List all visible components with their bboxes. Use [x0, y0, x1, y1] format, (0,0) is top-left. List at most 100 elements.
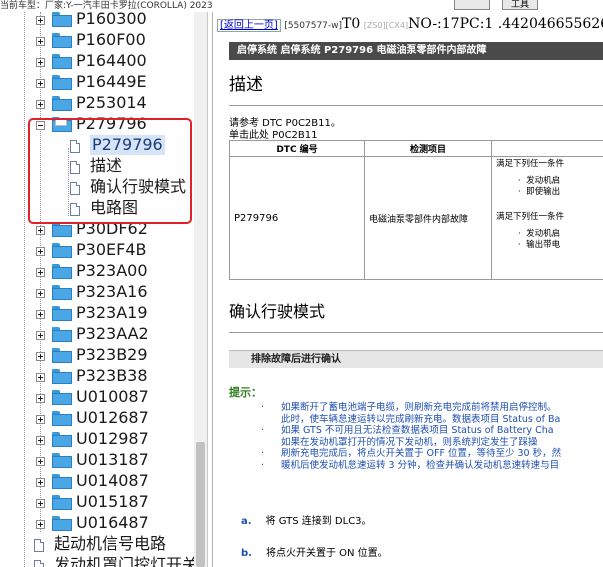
- expand-icon[interactable]: [36, 373, 45, 382]
- divider: [229, 332, 603, 333]
- expand-icon[interactable]: [36, 499, 45, 508]
- condition-title: 满足下列任一条件: [496, 159, 565, 169]
- tree-folder-p253014[interactable]: P253014: [0, 93, 207, 114]
- condition-item: · 即使输出: [518, 187, 561, 197]
- tree-item-label: P323B38: [76, 366, 148, 385]
- expand-icon[interactable]: [36, 478, 45, 487]
- condition-block: 满足下列任一条件 · 发动机启 · 即使输出 满足下列任一条件 · 发动机启 ·…: [496, 159, 599, 251]
- tree-item-label: P253014: [76, 93, 147, 112]
- folder-icon: [52, 453, 72, 468]
- tree-folder-p30ef4b[interactable]: P30EF4B: [0, 240, 207, 261]
- expand-icon[interactable]: [36, 79, 45, 88]
- folder-icon: [52, 285, 72, 300]
- tree-folder-p164400[interactable]: P164400: [0, 51, 207, 72]
- expand-icon[interactable]: [36, 58, 45, 67]
- document-id: [5507577-w]: [284, 21, 343, 31]
- reference-link[interactable]: 单击此处 P0C2B11: [229, 126, 318, 141]
- back-link[interactable]: [返回上一页]: [217, 19, 281, 32]
- hint-item: · 如果 GTS 不可用且无法检查数据表项目 Status of Battery …: [261, 425, 554, 436]
- tree-folder-u012987[interactable]: U012987: [0, 429, 207, 450]
- zs-code: [ZS0][CX4]: [363, 21, 409, 30]
- tree-folder-u016487[interactable]: U016487: [0, 513, 207, 534]
- folder-icon: [52, 96, 72, 111]
- hint-title: 提示：: [229, 386, 262, 399]
- tree-folder-u012687[interactable]: U012687: [0, 408, 207, 429]
- tree-folder-u013187[interactable]: U013187: [0, 450, 207, 471]
- expand-icon[interactable]: [36, 268, 45, 277]
- expand-icon[interactable]: [36, 331, 45, 340]
- document-icon: [34, 539, 44, 552]
- tree-document-item[interactable]: 起动机信号电路: [0, 534, 207, 555]
- hint-list: · 如果断开了蓄电池端子电缆，则刷新充电完成前将禁用启停控制。 此时，使车辆怠速运…: [261, 402, 603, 471]
- toolbar-button-tools[interactable]: 工具: [502, 0, 538, 10]
- tree-item-label: U013187: [76, 450, 149, 469]
- tree-item-label: P30EF4B: [76, 240, 147, 259]
- tree-item-label: U016487: [76, 513, 149, 532]
- scrollbar-thumb[interactable]: [196, 442, 205, 567]
- step-a: a. 将 GTS 连接到 DLC3。: [241, 516, 372, 527]
- step-b: b. 将点火开关置于 ON 位置。: [241, 548, 388, 559]
- expand-icon[interactable]: [36, 247, 45, 256]
- tree-item-label: P323AA2: [76, 324, 149, 343]
- tree-folder-p323aa2[interactable]: P323AA2: [0, 324, 207, 345]
- expand-icon[interactable]: [36, 415, 45, 424]
- current-vehicle-text: 当前车型：厂家:Y-一汽丰田卡罗拉(COROLLA) 2023: [0, 1, 213, 11]
- folder-icon: [52, 327, 72, 342]
- tree-folder-p16449e[interactable]: P16449E: [0, 72, 207, 93]
- tree-item-label: P160F00: [76, 30, 146, 49]
- top-status-bar: 当前车型：厂家:Y-一汽丰田卡罗拉(COROLLA) 2023 工具: [0, 0, 603, 12]
- tree-item-label: U010087: [76, 387, 149, 406]
- table-header-row: DTC 编号 检测项目: [228, 140, 603, 157]
- folder-icon: [52, 348, 72, 363]
- tree-folder-p323b29[interactable]: P323B29: [0, 345, 207, 366]
- tree-folder-u010087[interactable]: U010087: [0, 387, 207, 408]
- tree-folder-p323a16[interactable]: P323A16: [0, 282, 207, 303]
- expand-icon[interactable]: [36, 394, 45, 403]
- tree-item-label: U012687: [76, 408, 149, 427]
- folder-icon: [52, 390, 72, 405]
- expand-icon[interactable]: [36, 436, 45, 445]
- tree-folder-u014087[interactable]: U014087: [0, 471, 207, 492]
- expand-icon[interactable]: [36, 16, 45, 25]
- tree-scrollbar[interactable]: [194, 12, 207, 567]
- no-code: NO-:17PC:1 .442046655626---: [408, 16, 603, 32]
- tree-folder-p323b38[interactable]: P323B38: [0, 366, 207, 387]
- tree-folder-p323a00[interactable]: P323A00: [0, 261, 207, 282]
- expand-icon[interactable]: [36, 352, 45, 361]
- item-cell: 电磁油泵零部件内部故障: [364, 156, 493, 280]
- expand-icon[interactable]: [36, 100, 45, 109]
- hint-item: · 如果断开了蓄电池端子电缆，则刷新充电完成前将禁用启停控制。: [261, 402, 557, 413]
- folder-icon: [52, 516, 72, 531]
- column-header-item: 检测项目: [364, 140, 493, 157]
- tree-folder-p160300[interactable]: P160300: [0, 12, 207, 30]
- tree-item-label: P323A16: [76, 282, 148, 301]
- folder-icon: [52, 33, 72, 48]
- tree-document-item[interactable]: 发动机罩门控灯开关: [0, 555, 207, 567]
- expand-icon[interactable]: [36, 310, 45, 319]
- tree-item-label: P164400: [76, 51, 147, 70]
- folder-icon: [52, 222, 72, 237]
- hint-item: 如果在发动机罩打开的情况下发动机，则系统判定发生了踩操: [281, 436, 538, 448]
- expand-icon[interactable]: [36, 520, 45, 529]
- folder-icon: [52, 411, 72, 426]
- conditions-cell: 满足下列任一条件 · 发动机启 · 即使输出 满足下列任一条件 · 发动机启 ·…: [491, 156, 603, 280]
- divider: [229, 105, 603, 106]
- expand-icon[interactable]: [36, 37, 45, 46]
- expand-icon[interactable]: [36, 226, 45, 235]
- tree-folder-u015187[interactable]: U015187: [0, 492, 207, 513]
- tree-item-label: 发动机罩门控灯开关: [54, 555, 199, 567]
- tree-item-label: 起动机信号电路: [54, 534, 167, 553]
- toolbar-button-1[interactable]: [454, 0, 490, 10]
- tree-folder-p323a19[interactable]: P323A19: [0, 303, 207, 324]
- condition-item: · 输出带电: [518, 240, 561, 250]
- dtc-cell: P279796: [228, 156, 366, 280]
- tree-item-label: P323A19: [76, 303, 148, 322]
- expand-icon[interactable]: [36, 289, 45, 298]
- tree-folder-p160f00[interactable]: P160F00: [0, 30, 207, 51]
- confirm-mode-heading: 确认行驶模式: [229, 302, 326, 321]
- folder-icon: [52, 12, 72, 27]
- hint-item: · 刷新充电完成后，将点火开关置于 OFF 位置，等待至少 30 秒，然: [261, 448, 562, 459]
- expand-icon[interactable]: [36, 457, 45, 466]
- document-title-bar: 启停系统 启停系统 P279796 电磁油泵零部件内部故障: [229, 42, 603, 60]
- hint-item: · 暖机后使发动机怠速运转 3 分钟，检查并确认发动机怠速转速与目: [261, 459, 560, 471]
